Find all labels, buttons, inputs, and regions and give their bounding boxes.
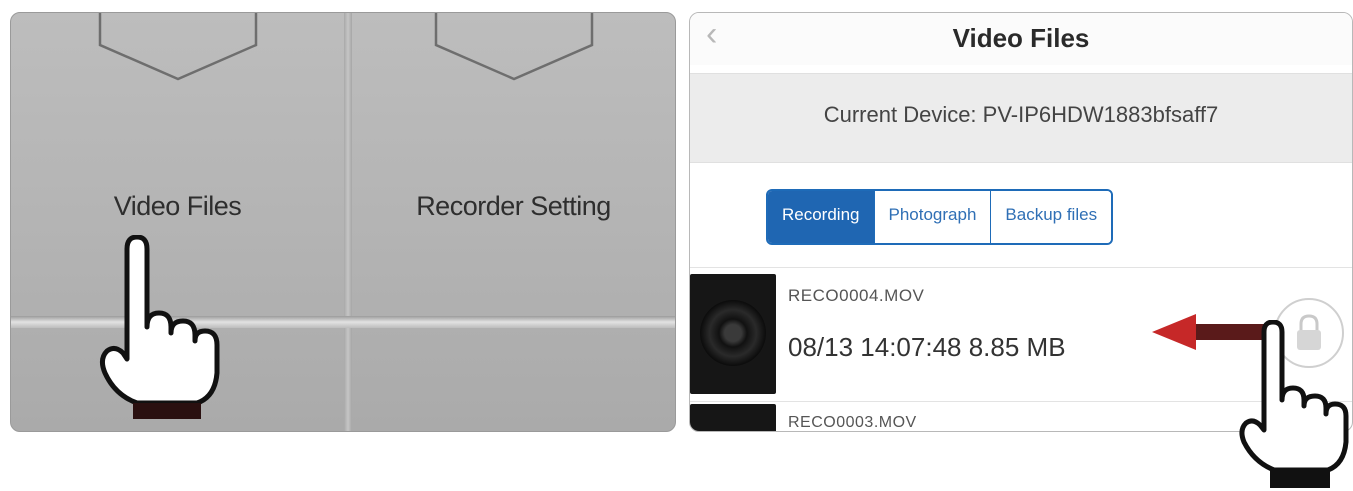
recorder-setting-icon bbox=[434, 13, 593, 81]
tab-recording[interactable]: Recording bbox=[768, 191, 874, 243]
pointing-hand-icon bbox=[99, 235, 220, 419]
file-name: RECO0004.MOV bbox=[788, 286, 925, 305]
nav-bar: ‹ Video Files bbox=[690, 13, 1352, 65]
file-meta: 08/13 14:07:48 8.85 MB bbox=[788, 332, 1066, 362]
current-device-text: Current Device: PV-IP6HDW1883bfsaff7 bbox=[823, 102, 1219, 127]
recorder-setting-label: Recorder Setting bbox=[416, 191, 611, 221]
pointing-hand-icon bbox=[1239, 320, 1349, 488]
video-files-label: Video Files bbox=[113, 191, 242, 221]
vertical-divider bbox=[344, 13, 352, 431]
video-files-icon bbox=[98, 13, 257, 81]
app-menu-panel: Video Files Recorder Setting bbox=[10, 12, 676, 432]
camera-lens-icon bbox=[700, 300, 766, 366]
video-thumbnail bbox=[690, 404, 776, 431]
tab-photograph[interactable]: Photograph bbox=[873, 191, 991, 243]
recorder-setting-tile[interactable]: Recorder Setting bbox=[352, 13, 675, 313]
tab-backup-files[interactable]: Backup files bbox=[990, 191, 1112, 243]
file-name: RECO0003.MOV bbox=[788, 414, 917, 431]
current-device-bar: Current Device: PV-IP6HDW1883bfsaff7 bbox=[690, 73, 1352, 163]
file-type-tabs: Recording Photograph Backup files bbox=[766, 189, 1114, 245]
video-thumbnail bbox=[690, 274, 776, 394]
page-title: Video Files bbox=[952, 23, 1090, 53]
